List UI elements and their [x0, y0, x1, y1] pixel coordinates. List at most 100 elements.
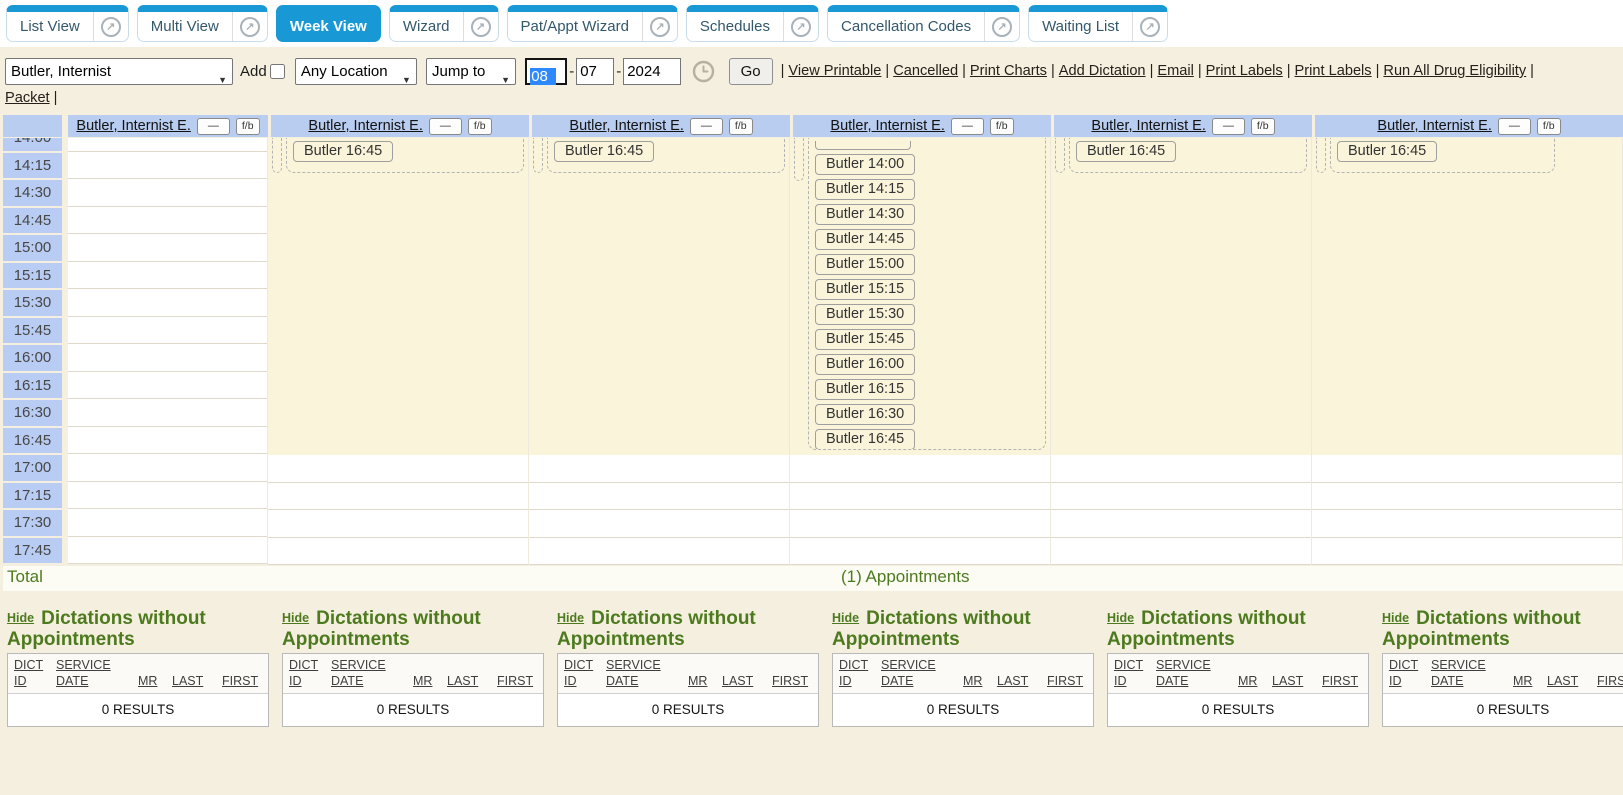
- hide-link[interactable]: Hide: [557, 611, 584, 625]
- location-select[interactable]: Any Location: [295, 58, 417, 85]
- fb-button[interactable]: f/b: [990, 118, 1014, 135]
- open-slot[interactable]: [1051, 455, 1311, 483]
- provider-name-link[interactable]: Butler, Internist E.: [308, 118, 422, 134]
- link-packet[interactable]: Packet: [5, 90, 50, 106]
- link-print-charts[interactable]: Print Charts: [970, 63, 1047, 79]
- col-header-first[interactable]: FIRST: [1597, 673, 1623, 689]
- open-slot[interactable]: [68, 152, 267, 180]
- open-slot[interactable]: [268, 538, 528, 566]
- col-header-first[interactable]: FIRST: [1047, 673, 1087, 689]
- collapse-column-button[interactable]: —: [951, 118, 984, 135]
- tab-popout[interactable]: ↗: [1132, 12, 1167, 41]
- tab-waiting-list[interactable]: Waiting List ↗: [1028, 5, 1168, 42]
- col-header-first[interactable]: FIRST: [497, 673, 537, 689]
- collapse-column-button[interactable]: —: [690, 118, 723, 135]
- fb-button[interactable]: f/b: [1537, 118, 1561, 135]
- col-header-first[interactable]: FIRST: [1322, 673, 1362, 689]
- open-slot[interactable]: [68, 482, 267, 510]
- open-slot[interactable]: [529, 483, 789, 511]
- open-slot[interactable]: [1312, 483, 1622, 511]
- col-header-last[interactable]: LAST: [447, 673, 497, 689]
- open-slot[interactable]: [68, 372, 267, 400]
- tab-wizard[interactable]: Wizard ↗: [389, 5, 499, 42]
- open-slot[interactable]: [1051, 483, 1311, 511]
- tab-popout[interactable]: ↗: [232, 12, 267, 41]
- tab-week-view[interactable]: Week View: [276, 5, 381, 42]
- open-slot[interactable]: [68, 344, 267, 372]
- date-day-input[interactable]: [576, 58, 614, 85]
- col-header-last[interactable]: LAST: [722, 673, 772, 689]
- open-slot[interactable]: [68, 317, 267, 345]
- col-header-last[interactable]: LAST: [172, 673, 222, 689]
- tab-pat-appt-wizard[interactable]: Pat/Appt Wizard ↗: [507, 5, 678, 42]
- col-header-dict-id[interactable]: DICTID: [289, 657, 331, 689]
- tab-popout[interactable]: ↗: [984, 12, 1019, 41]
- col-header-last[interactable]: LAST: [997, 673, 1047, 689]
- appointment-button[interactable]: Butler 15:15: [815, 279, 915, 300]
- hide-link[interactable]: Hide: [1382, 611, 1409, 625]
- collapse-column-button[interactable]: —: [1498, 118, 1531, 135]
- col-header-mr[interactable]: MR: [963, 673, 997, 689]
- open-slot[interactable]: [268, 455, 528, 483]
- link-view-printable[interactable]: View Printable: [788, 63, 881, 79]
- appointment-button[interactable]: Butler 16:00: [815, 354, 915, 375]
- col-header-service-date[interactable]: SERVICEDATE: [881, 657, 963, 689]
- col-header-mr[interactable]: MR: [413, 673, 447, 689]
- col-header-dict-id[interactable]: DICTID: [839, 657, 881, 689]
- open-slot[interactable]: [68, 207, 267, 235]
- col-header-dict-id[interactable]: DICTID: [1114, 657, 1156, 689]
- appointment-button[interactable]: Butler 16:45: [1337, 141, 1437, 162]
- fb-button[interactable]: f/b: [729, 118, 753, 135]
- appointment-button[interactable]: Butler 16:30: [815, 404, 915, 425]
- open-slot[interactable]: [68, 138, 267, 152]
- open-slot[interactable]: [68, 509, 267, 537]
- col-header-mr[interactable]: MR: [1513, 673, 1547, 689]
- collapse-column-button[interactable]: —: [1212, 118, 1245, 135]
- fb-button[interactable]: f/b: [468, 118, 492, 135]
- appointment-button[interactable]: Butler 16:15: [815, 379, 915, 400]
- date-year-input[interactable]: [623, 58, 681, 85]
- col-header-mr[interactable]: MR: [1238, 673, 1272, 689]
- open-slot[interactable]: [268, 510, 528, 538]
- hide-link[interactable]: Hide: [832, 611, 859, 625]
- appointment-button[interactable]: Butler 16:45: [554, 141, 654, 162]
- col-header-first[interactable]: FIRST: [772, 673, 812, 689]
- tab-cancellation-codes[interactable]: Cancellation Codes ↗: [827, 5, 1020, 42]
- tab-popout[interactable]: ↗: [783, 12, 818, 41]
- provider-name-link[interactable]: Butler, Internist E.: [830, 118, 944, 134]
- col-header-service-date[interactable]: SERVICEDATE: [1156, 657, 1238, 689]
- open-slot[interactable]: [529, 538, 789, 566]
- link-print-labels-2[interactable]: Print Labels: [1295, 63, 1372, 79]
- open-slot[interactable]: [529, 510, 789, 538]
- open-slot[interactable]: [790, 538, 1050, 566]
- go-button[interactable]: Go: [729, 58, 773, 85]
- col-header-service-date[interactable]: SERVICEDATE: [56, 657, 138, 689]
- open-slot[interactable]: [1312, 510, 1622, 538]
- collapse-column-button[interactable]: —: [197, 118, 230, 135]
- appointment-button[interactable]: Butler 15:45: [815, 329, 915, 350]
- link-cancelled[interactable]: Cancelled: [893, 63, 958, 79]
- provider-select[interactable]: Butler, Internist: [5, 58, 233, 85]
- open-slot[interactable]: [68, 454, 267, 482]
- open-slot[interactable]: [68, 427, 267, 455]
- col-header-mr[interactable]: MR: [688, 673, 722, 689]
- open-slot[interactable]: [790, 455, 1050, 483]
- open-slot[interactable]: [529, 455, 789, 483]
- open-slot[interactable]: [68, 289, 267, 317]
- col-header-dict-id[interactable]: DICTID: [14, 657, 56, 689]
- open-slot[interactable]: [790, 483, 1050, 511]
- tab-popout[interactable]: ↗: [93, 12, 128, 41]
- col-header-dict-id[interactable]: DICTID: [1389, 657, 1431, 689]
- open-slot[interactable]: [68, 399, 267, 427]
- fb-button[interactable]: f/b: [1251, 118, 1275, 135]
- col-header-last[interactable]: LAST: [1547, 673, 1597, 689]
- link-email[interactable]: Email: [1157, 63, 1194, 79]
- hide-link[interactable]: Hide: [1107, 611, 1134, 625]
- provider-name-link[interactable]: Butler, Internist E.: [1377, 118, 1491, 134]
- open-slot[interactable]: [1051, 538, 1311, 566]
- fb-button[interactable]: f/b: [236, 118, 260, 135]
- appointment-button[interactable]: Butler 16:45: [815, 429, 915, 450]
- col-header-last[interactable]: LAST: [1272, 673, 1322, 689]
- appointment-button-clipped[interactable]: [815, 141, 911, 150]
- provider-name-link[interactable]: Butler, Internist E.: [1091, 118, 1205, 134]
